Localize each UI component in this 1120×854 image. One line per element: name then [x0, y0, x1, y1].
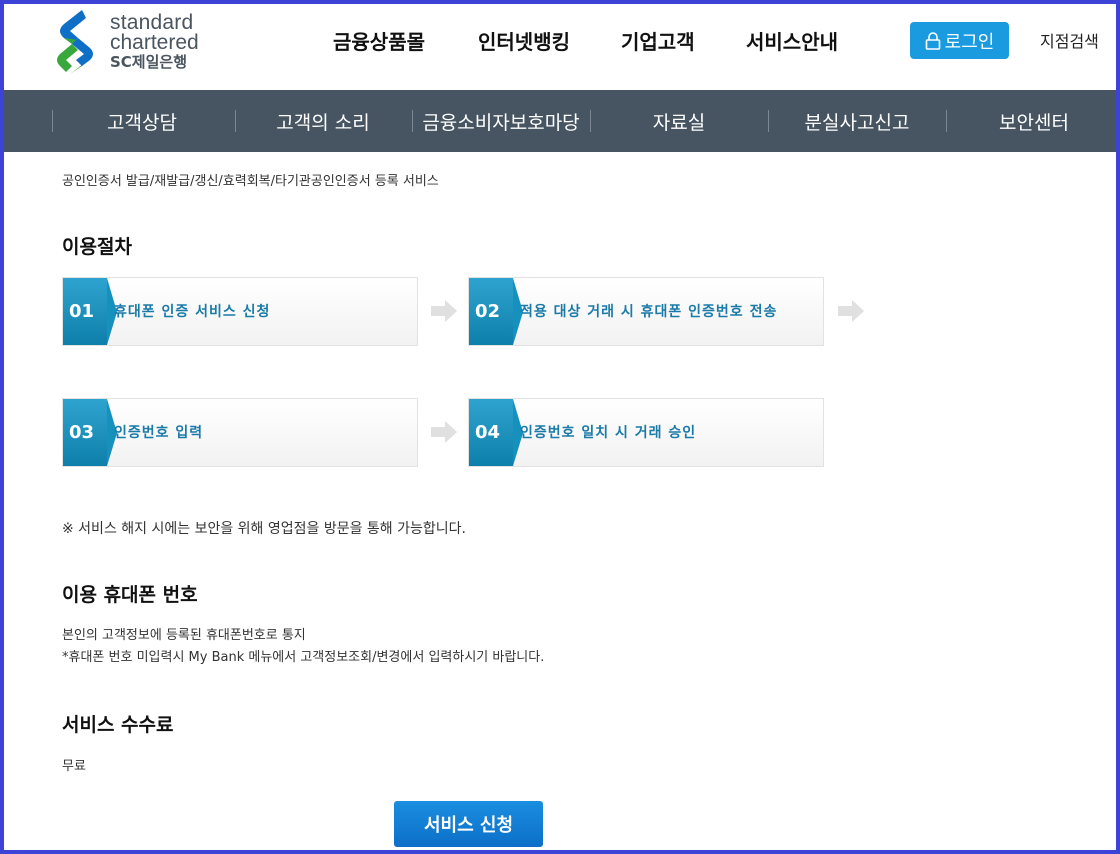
step-card: 04 인증번호 일치 시 거래 승인	[468, 398, 824, 467]
arrow-right-icon	[838, 300, 864, 322]
logo-text: standard chartered SC제일은행	[110, 12, 199, 70]
subnav-customer-consult[interactable]: 고객상담	[52, 90, 232, 152]
lock-icon	[925, 31, 940, 50]
step-number: 02	[469, 278, 523, 345]
logo-line-korean: SC제일은행	[110, 53, 188, 71]
step-card: 01 휴대폰 인증 서비스 신청	[62, 277, 418, 346]
site-header: standard chartered SC제일은행 금융상품몰 인터넷뱅킹 기업…	[4, 4, 1116, 90]
cancel-note: ※ 서비스 해지 시에는 보안을 위해 영업점을 방문을 통해 가능합니다.	[62, 521, 466, 537]
step-label: 인증번호 입력	[114, 424, 204, 441]
phone-info-note: *휴대폰 번호 미입력시 My Bank 메뉴에서 고객정보조회/변경에서 입력…	[62, 650, 545, 665]
sub-nav: 고객상담 고객의 소리 금융소비자보호마당 자료실 분실사고신고 보안센터	[4, 90, 1116, 152]
sc-logo[interactable]: standard chartered SC제일은행	[52, 8, 222, 74]
nav-service-info[interactable]: 서비스안내	[746, 26, 838, 55]
step-number: 01	[63, 278, 117, 345]
login-button[interactable]: 로그인	[910, 22, 1009, 59]
logo-line-chartered: chartered	[110, 31, 199, 54]
subnav-loss-report[interactable]: 분실사고신고	[768, 90, 946, 152]
breadcrumb: 공인인증서 발급/재발급/갱신/효력회복/타기관공인인증서 등록 서비스	[62, 174, 439, 189]
login-label: 로그인	[944, 31, 995, 53]
nav-financial-mall[interactable]: 금융상품몰	[333, 26, 425, 55]
arrow-right-icon	[431, 300, 457, 322]
step-card: 03 인증번호 입력	[62, 398, 418, 467]
subnav-archive[interactable]: 자료실	[590, 90, 768, 152]
logo-line-standard: standard	[110, 11, 194, 34]
step-number: 04	[469, 399, 523, 466]
procedure-title: 이용절차	[62, 236, 132, 258]
step-label: 적용 대상 거래 시 휴대폰 인증번호 전송	[520, 303, 778, 320]
branch-search-link[interactable]: 지점검색	[1040, 28, 1099, 52]
service-apply-button[interactable]: 서비스 신청	[394, 801, 543, 847]
step-card: 02 적용 대상 거래 시 휴대폰 인증번호 전송	[468, 277, 824, 346]
subnav-customer-voice[interactable]: 고객의 소리	[235, 90, 411, 152]
arrow-right-icon	[431, 421, 457, 443]
phone-info-line: 본인의 고객정보에 등록된 휴대폰번호로 통지	[62, 628, 306, 643]
phone-section-title: 이용 휴대폰 번호	[62, 584, 198, 606]
step-label: 휴대폰 인증 서비스 신청	[114, 303, 271, 320]
fee-section-title: 서비스 수수료	[62, 714, 174, 736]
fee-value: 무료	[62, 759, 86, 774]
subnav-security-center[interactable]: 보안센터	[946, 90, 1120, 152]
step-label: 인증번호 일치 시 거래 승인	[520, 424, 697, 441]
step-number: 03	[63, 399, 117, 466]
nav-corporate[interactable]: 기업고객	[621, 26, 695, 55]
sc-logo-icon	[57, 10, 93, 74]
subnav-consumer-protection[interactable]: 금융소비자보호마당	[412, 90, 590, 152]
nav-internet-banking[interactable]: 인터넷뱅킹	[478, 26, 570, 55]
